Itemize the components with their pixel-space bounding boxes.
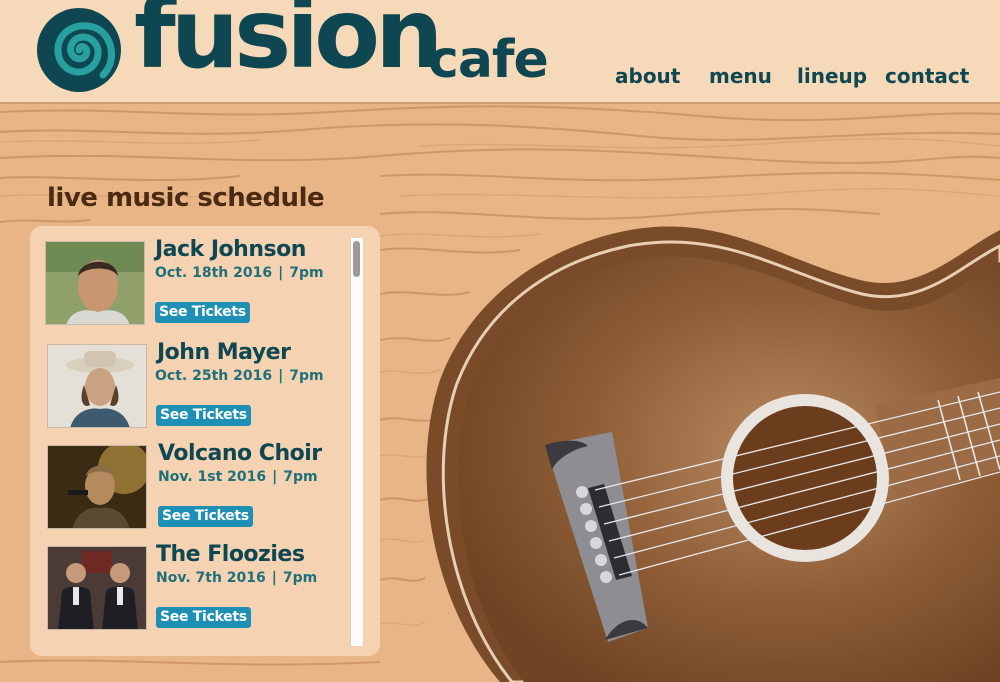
nav-link-contact[interactable]: contact [885, 64, 969, 88]
main-nav: about menu lineup contact [0, 64, 1000, 94]
schedule-list: Jack Johnson Oct. 18th 2016 | 7pm See Tick… [30, 226, 380, 656]
john-mayer-photo [47, 344, 147, 428]
event-item: Jack Johnson Oct. 18th 2016 | 7pm See Tick… [45, 237, 395, 341]
event-time: 7pm [283, 469, 318, 485]
see-tickets-button[interactable]: See Tickets [155, 302, 250, 323]
date-time-separator: | [272, 469, 278, 485]
event-name: Volcano Choir [158, 441, 322, 466]
schedule-heading: live music schedule [47, 183, 325, 213]
see-tickets-button[interactable]: See Tickets [156, 405, 251, 426]
nav-link-about[interactable]: about [615, 64, 680, 88]
page: fusion cafe about menu lineup contact li… [0, 0, 1000, 682]
event-item: The Floozies Nov. 7th 2016 | 7pm See Ticke… [47, 542, 397, 646]
event-date-time: Nov. 7th 2016 | 7pm [156, 570, 317, 586]
event-name: John Mayer [157, 340, 291, 365]
date-time-separator: | [278, 265, 284, 281]
event-date: Nov. 7th 2016 [156, 570, 266, 586]
event-item: Volcano Choir Nov. 1st 2016 | 7pm See Tick… [47, 441, 397, 545]
event-date-time: Nov. 1st 2016 | 7pm [158, 469, 318, 485]
event-time: 7pm [289, 265, 324, 281]
event-time: 7pm [289, 368, 324, 384]
site-header: fusion cafe about menu lineup contact [0, 0, 1000, 102]
the-floozies-photo [47, 546, 147, 630]
nav-link-menu[interactable]: menu [709, 64, 772, 88]
jack-johnson-photo [45, 241, 145, 325]
schedule-scrollbar[interactable] [350, 238, 363, 646]
event-date: Oct. 18th 2016 [155, 265, 273, 281]
event-name: Jack Johnson [155, 237, 306, 262]
event-item: John Mayer Oct. 25th 2016 | 7pm See Ticket… [47, 340, 397, 444]
see-tickets-button[interactable]: See Tickets [158, 506, 253, 527]
event-time: 7pm [282, 570, 318, 586]
nav-link-lineup[interactable]: lineup [797, 64, 867, 88]
event-date: Oct. 25th 2016 [155, 368, 273, 384]
volcano-choir-photo [47, 445, 147, 529]
event-date: Nov. 1st 2016 [158, 469, 267, 485]
date-time-separator: | [278, 368, 284, 384]
scrollbar-thumb[interactable] [353, 241, 360, 277]
event-name: The Floozies [156, 542, 305, 567]
see-tickets-button[interactable]: See Tickets [156, 607, 251, 628]
date-time-separator: | [271, 570, 277, 586]
event-date-time: Oct. 25th 2016 | 7pm [155, 368, 324, 384]
event-date-time: Oct. 18th 2016 | 7pm [155, 265, 324, 281]
